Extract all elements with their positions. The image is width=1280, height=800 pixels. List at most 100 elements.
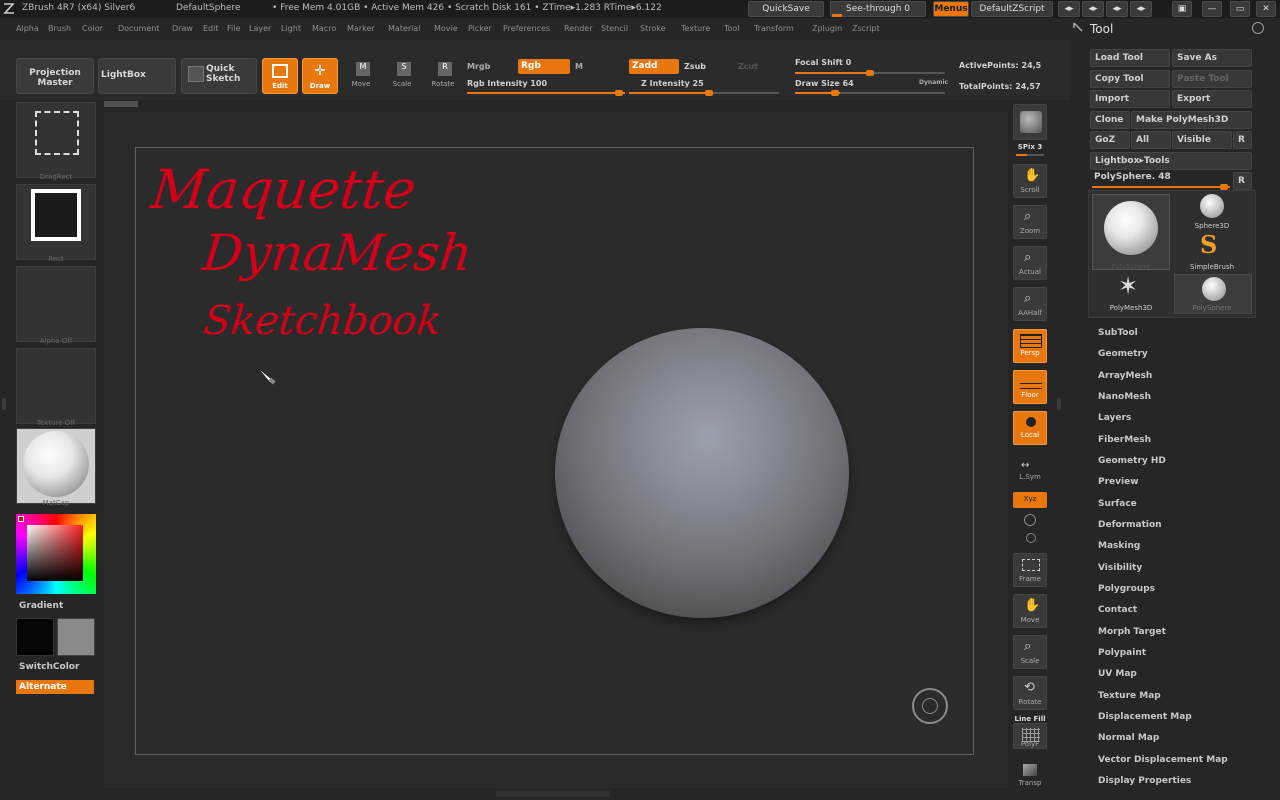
canvas-viewport[interactable]: Maquette DynaMesh Sketchbook <box>135 147 974 755</box>
scale-button[interactable]: S Scale <box>385 60 419 92</box>
menu-file[interactable]: File <box>227 24 240 33</box>
draw-size-slider[interactable] <box>795 90 945 96</box>
m-toggle[interactable]: M <box>575 62 583 71</box>
subpalette-geometry[interactable]: Geometry <box>1098 349 1148 359</box>
menu-alpha[interactable]: Alpha <box>16 24 39 33</box>
maximize-button[interactable]: ▭ <box>1230 1 1250 17</box>
focal-shift-knob[interactable] <box>866 70 874 76</box>
z-intensity-slider[interactable] <box>629 90 779 96</box>
export-button[interactable]: Export <box>1172 90 1252 108</box>
xyz-button[interactable]: Xyz <box>1013 492 1047 508</box>
menu-texture[interactable]: Texture <box>681 24 710 33</box>
goz-button[interactable]: GoZ <box>1090 131 1130 149</box>
subpalette-preview[interactable]: Preview <box>1098 477 1139 487</box>
subpalette-masking[interactable]: Masking <box>1098 541 1140 551</box>
rotate-y-icon[interactable] <box>1024 514 1036 526</box>
mrgb-toggle[interactable]: Mrgb <box>467 62 490 71</box>
see-through-slider[interactable]: See-through 0 <box>830 1 926 17</box>
palette-toggle-button[interactable]: ◂▸ <box>1058 1 1080 17</box>
color-saturation-square[interactable] <box>27 525 83 581</box>
menu-brush[interactable]: Brush <box>48 24 71 33</box>
left-tray-arrow-icon[interactable] <box>2 398 6 410</box>
zadd-toggle[interactable]: Zadd <box>629 59 679 74</box>
subpalette-layers[interactable]: Layers <box>1098 413 1131 423</box>
thumb-polysphere-main[interactable] <box>1092 194 1170 270</box>
subpalette-normal-map[interactable]: Normal Map <box>1098 733 1159 743</box>
left-scroll-handle[interactable] <box>104 101 138 107</box>
palette-header-icon[interactable] <box>1072 21 1084 33</box>
secondary-color-swatch[interactable] <box>57 618 95 656</box>
menu-zplugin[interactable]: Zplugin <box>812 24 842 33</box>
quicksave-button[interactable]: QuickSave <box>748 1 824 17</box>
subpalette-uv-map[interactable]: UV Map <box>1098 669 1137 679</box>
subpalette-displacement-map[interactable]: Displacement Map <box>1098 712 1192 722</box>
subpalette-deformation[interactable]: Deformation <box>1098 520 1162 530</box>
subpalette-contact[interactable]: Contact <box>1098 605 1137 615</box>
load-tool-button[interactable]: Load Tool <box>1090 49 1170 67</box>
persp-button[interactable] <box>1013 329 1047 363</box>
menu-transform[interactable]: Transform <box>754 24 794 33</box>
z-intensity-knob[interactable] <box>705 90 713 96</box>
menu-layer[interactable]: Layer <box>249 24 271 33</box>
alpha-picker[interactable] <box>16 184 96 260</box>
alternate-button[interactable]: Alternate <box>16 680 94 694</box>
right-tray-arrow-icon[interactable] <box>1057 398 1061 410</box>
save-as-button[interactable]: Save As <box>1172 49 1252 67</box>
menu-preferences[interactable]: Preferences <box>503 24 550 33</box>
edit-button[interactable]: Edit <box>262 58 298 94</box>
lock-button[interactable]: ▣ <box>1172 1 1192 17</box>
copy-tool-button[interactable]: Copy Tool <box>1090 70 1170 88</box>
dynamic-toggle[interactable]: Dynamic <box>919 79 948 86</box>
menu-material[interactable]: Material <box>388 24 421 33</box>
subpalette-nanomesh[interactable]: NanoMesh <box>1098 392 1151 402</box>
palette-menu-icon[interactable] <box>1252 22 1264 34</box>
draw-size-knob[interactable] <box>831 90 839 96</box>
default-zscript-button[interactable]: DefaultZScript <box>971 1 1053 17</box>
menu-movie[interactable]: Movie <box>434 24 458 33</box>
menu-picker[interactable]: Picker <box>468 24 492 33</box>
menu-zscript[interactable]: Zscript <box>852 24 880 33</box>
zsub-toggle[interactable]: Zsub <box>684 62 706 71</box>
texture-picker[interactable] <box>16 348 96 424</box>
thumb-sphere3d[interactable] <box>1190 194 1234 224</box>
menu-light[interactable]: Light <box>281 24 301 33</box>
switch-color-button[interactable]: SwitchColor <box>16 660 94 674</box>
subpalette-display-properties[interactable]: Display Properties <box>1098 776 1191 786</box>
spix-slider[interactable] <box>1016 154 1044 156</box>
subpalette-polypaint[interactable]: Polypaint <box>1098 648 1146 658</box>
subpalette-surface[interactable]: Surface <box>1098 499 1137 509</box>
subpalette-geometry-hd[interactable]: Geometry HD <box>1098 456 1166 466</box>
see-through-knob[interactable] <box>832 14 842 17</box>
subpalette-subtool[interactable]: SubTool <box>1098 328 1138 338</box>
spix-label[interactable]: SPix 3 <box>1008 143 1052 151</box>
thumb-simplebrush[interactable]: S <box>1190 230 1234 262</box>
menu-edit[interactable]: Edit <box>203 24 219 33</box>
subpalette-morph-target[interactable]: Morph Target <box>1098 627 1166 637</box>
move-button[interactable]: M Move <box>344 60 378 92</box>
menu-stroke[interactable]: Stroke <box>640 24 666 33</box>
polysphere-model[interactable] <box>555 328 849 618</box>
subpalette-polygroups[interactable]: Polygroups <box>1098 584 1155 594</box>
zcut-toggle[interactable]: Zcut <box>738 62 758 71</box>
tray-layout-button[interactable]: ◂▸ <box>1106 1 1128 17</box>
visible-button[interactable]: Visible <box>1172 131 1232 149</box>
subpalette-fibermesh[interactable]: FiberMesh <box>1098 435 1151 445</box>
stroke-picker[interactable] <box>16 102 96 178</box>
tool-slider-r-button[interactable]: R <box>1233 172 1252 190</box>
rgb-toggle[interactable]: Rgb <box>518 59 570 74</box>
tool-palette-title[interactable]: Tool <box>1090 22 1113 36</box>
clone-button[interactable]: Clone <box>1090 111 1130 129</box>
tool-slider[interactable] <box>1092 184 1230 190</box>
menu-macro[interactable]: Macro <box>312 24 336 33</box>
menu-draw[interactable]: Draw <box>172 24 193 33</box>
subpalette-arraymesh[interactable]: ArrayMesh <box>1098 371 1152 381</box>
menu-tool[interactable]: Tool <box>724 24 740 33</box>
draw-button[interactable]: ✛ Draw <box>302 58 338 94</box>
palette-layout-button[interactable]: ◂▸ <box>1082 1 1104 17</box>
linefill-label[interactable]: Line Fill <box>1008 715 1052 723</box>
bpr-button[interactable] <box>1013 104 1047 140</box>
lightbox-tools-button[interactable]: Lightbox▸Tools <box>1090 152 1252 170</box>
menu-stencil[interactable]: Stencil <box>601 24 628 33</box>
close-button[interactable]: ✕ <box>1256 1 1276 17</box>
minimize-button[interactable]: — <box>1202 1 1222 17</box>
